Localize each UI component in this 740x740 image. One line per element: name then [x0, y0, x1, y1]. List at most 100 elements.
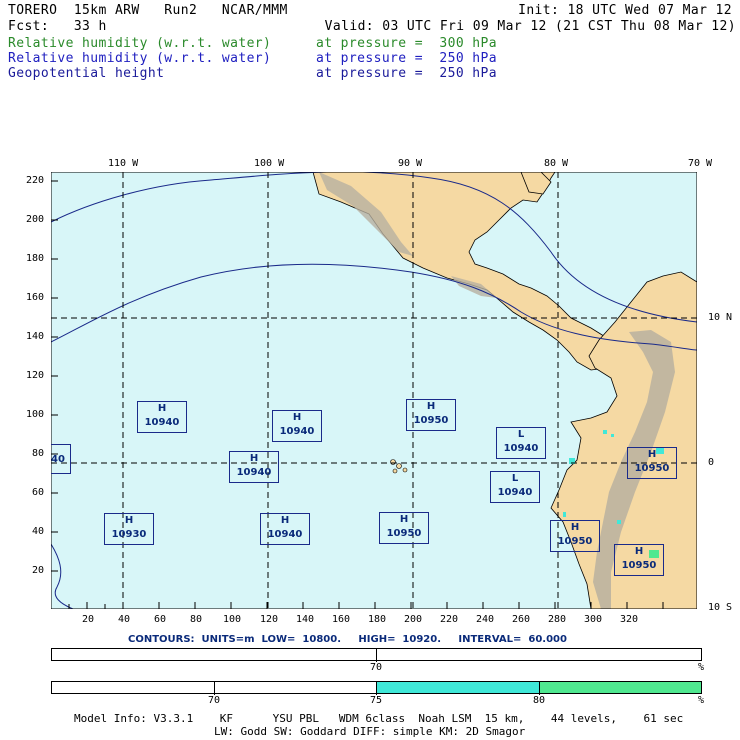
x-tick: 320 — [620, 614, 639, 625]
marker-type: H — [426, 401, 436, 412]
marker-value: 10940 — [279, 426, 315, 437]
field-3-level: at pressure = 250 hPa — [316, 66, 497, 81]
high-marker[interactable]: H 10950 — [627, 447, 677, 479]
y-tick: 140 — [26, 331, 45, 342]
marker-value: 10950 — [621, 560, 657, 571]
marker-value: 10940 — [503, 443, 539, 454]
high-marker[interactable]: H 10950 — [614, 544, 664, 576]
model-info: Model Info: V3.3.1 KF YSU PBL WDM 6class… — [74, 712, 684, 725]
x-tick: 20 — [82, 614, 95, 625]
field-1-level: at pressure = 300 hPa — [316, 36, 497, 51]
marker-type: H — [647, 449, 657, 460]
colorbar-tick — [539, 682, 540, 695]
model-title: TORERO 15km ARW Run2 NCAR/MMM — [8, 3, 288, 18]
y-tick: 80 — [32, 448, 45, 459]
marker-type: L — [511, 473, 519, 484]
marker-value: 10950 — [557, 536, 593, 547]
lon-label-80w: 80 W — [544, 158, 569, 169]
marker-type: H — [249, 453, 259, 464]
colorbar1-unit: % — [698, 662, 705, 673]
y-tick: 220 — [26, 175, 45, 186]
low-marker[interactable]: L 10940 — [490, 471, 540, 503]
x-tick: 40 — [118, 614, 131, 625]
marker-type: H — [399, 514, 409, 525]
rh-250-colorbar — [51, 681, 702, 695]
y-tick: 60 — [32, 487, 45, 498]
colorbar-tick — [376, 649, 377, 662]
valid-time: Valid: 03 UTC Fri 09 Mar 12 (21 CST Thu … — [324, 19, 736, 34]
forecast-hour: Fcst: 33 h — [8, 19, 107, 34]
x-tick: 300 — [584, 614, 603, 625]
y-tick: 100 — [26, 409, 45, 420]
marker-value: 10950 — [413, 415, 449, 426]
x-tick: 280 — [548, 614, 567, 625]
colorbar2-label-70: 70 — [208, 695, 221, 706]
marker-type: H — [634, 546, 644, 557]
marker-value: 10940 — [144, 417, 180, 428]
lat-label-0: 0 — [708, 457, 715, 468]
marker-value: 10940 — [236, 467, 272, 478]
y-tick: 40 — [32, 526, 45, 537]
marker-type: H — [124, 515, 134, 526]
x-tick: 160 — [332, 614, 351, 625]
high-marker[interactable]: H 10940 — [229, 451, 279, 483]
x-tick: 80 — [190, 614, 203, 625]
y-tick: 20 — [32, 565, 45, 576]
lat-label-10n: 10 N — [708, 312, 733, 323]
rh-300-colorbar — [51, 648, 702, 662]
low-marker[interactable]: L 10940 — [496, 427, 546, 459]
marker-type: H — [280, 515, 290, 526]
edge-marker[interactable]: 40 — [51, 444, 71, 474]
colorbar1-label: 70 — [370, 662, 383, 673]
marker-type: H — [292, 412, 302, 423]
colorbar2-label-80: 80 — [533, 695, 546, 706]
y-tick: 120 — [26, 370, 45, 381]
x-tick: 220 — [440, 614, 459, 625]
high-marker[interactable]: H 10940 — [260, 513, 310, 545]
colorbar-tick — [214, 682, 215, 695]
marker-value: 10930 — [111, 529, 147, 540]
marker-type: L — [517, 429, 525, 440]
field-1-name: Relative humidity (w.r.t. water) — [8, 36, 272, 51]
init-time: Init: 18 UTC Wed 07 Mar 12 — [518, 3, 732, 18]
lat-label-10s: 10 S — [708, 602, 733, 613]
y-tick: 160 — [26, 292, 45, 303]
high-marker[interactable]: H 10940 — [137, 401, 187, 433]
lon-label-100w: 100 W — [254, 158, 285, 169]
lon-label-90w: 90 W — [398, 158, 423, 169]
marker-value: 40 — [51, 454, 65, 465]
high-marker[interactable]: H 10950 — [550, 520, 600, 552]
high-marker[interactable]: H 10950 — [379, 512, 429, 544]
marker-type: H — [570, 522, 580, 533]
marker-value: 10940 — [497, 487, 533, 498]
x-tick: 140 — [296, 614, 315, 625]
colorbar-tick — [376, 682, 377, 695]
field-3-name: Geopotential height — [8, 66, 165, 81]
marker-value: 10950 — [386, 528, 422, 539]
x-tick: 260 — [512, 614, 531, 625]
y-tick: 180 — [26, 253, 45, 264]
field-2-level: at pressure = 250 hPa — [316, 51, 497, 66]
x-tick: 180 — [368, 614, 387, 625]
marker-type: H — [157, 403, 167, 414]
x-tick: 200 — [404, 614, 423, 625]
contours-info: CONTOURS: UNITS=m LOW= 10800. HIGH= 1092… — [128, 634, 567, 645]
x-tick: 240 — [476, 614, 495, 625]
field-2-name: Relative humidity (w.r.t. water) — [8, 51, 272, 66]
lon-label-110w: 110 W — [108, 158, 139, 169]
marker-value: 10950 — [634, 463, 670, 474]
x-tick: 100 — [223, 614, 242, 625]
colorbar-segment-80-100 — [539, 682, 701, 693]
colorbar2-label-75: 75 — [370, 695, 383, 706]
colorbar-segment-75-80 — [376, 682, 539, 693]
high-marker[interactable]: H 10930 — [104, 513, 154, 545]
lon-label-70w: 70 W — [688, 158, 713, 169]
model-physics: LW: Godd SW: Goddard DIFF: simple KM: 2D… — [214, 725, 526, 738]
high-marker[interactable]: H 10950 — [406, 399, 456, 431]
high-marker[interactable]: H 10940 — [272, 410, 322, 442]
x-tick: 60 — [154, 614, 167, 625]
y-tick: 200 — [26, 214, 45, 225]
marker-value: 10940 — [267, 529, 303, 540]
colorbar2-unit: % — [698, 695, 705, 706]
x-tick: 120 — [260, 614, 279, 625]
